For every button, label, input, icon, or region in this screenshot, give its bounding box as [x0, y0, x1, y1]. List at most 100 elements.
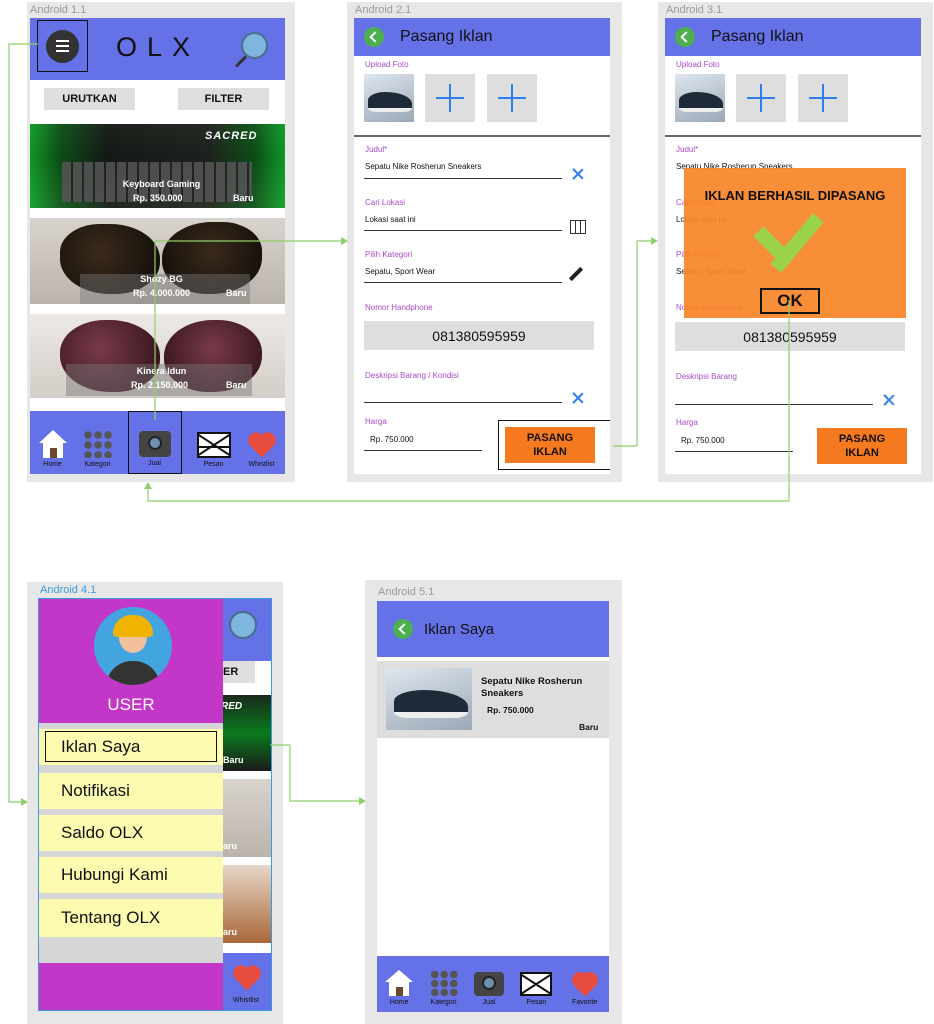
peek-badge: aru	[223, 927, 238, 937]
artboard-label: Android 4.1	[40, 584, 97, 596]
post-ad-success-screen: Pasang Iklan Upload Foto Judul* Sepatu N…	[665, 18, 921, 474]
nav-label: Kategori	[430, 999, 457, 1006]
artboard-label: Android 5.1	[378, 586, 435, 598]
field-underline	[675, 451, 793, 452]
phone-label: Nomor Handphone	[365, 303, 433, 312]
upload-label: Upload Foto	[676, 60, 720, 69]
heart-icon	[230, 962, 264, 991]
clear-icon[interactable]	[572, 392, 584, 404]
camera-icon	[473, 972, 504, 996]
judul-label: Judul*	[365, 145, 388, 154]
judul-field[interactable]: Sepatu Nike Rosherun Sneakers	[365, 162, 482, 171]
back-button[interactable]	[675, 27, 695, 47]
peek-brand-text: RED	[221, 701, 243, 712]
page-title: Pasang Iklan	[711, 28, 804, 45]
product-card[interactable]: Kinera Idun Rp. 2.150.000 Baru	[30, 314, 285, 398]
uploaded-photo-thumbnail[interactable]	[364, 74, 414, 122]
search-icon	[229, 611, 257, 639]
nav-label: Favorite	[572, 999, 598, 1006]
kategori-field[interactable]: Sepatu, Sport Wear	[365, 267, 435, 276]
my-ads-screen: Iklan Saya Sepatu Nike Rosherun Sneakers…	[377, 601, 609, 1012]
page-title: Pasang Iklan	[400, 28, 493, 45]
heart-icon	[568, 968, 602, 997]
nav-whistlist[interactable]: Whistlist	[244, 411, 279, 474]
submit-ad-button[interactable]: PASANG IKLAN	[817, 428, 907, 464]
drawer-screen: ER RED Baru aru aru Whistlist USER Iklan…	[38, 598, 272, 1011]
post-ad-topbar: Pasang Iklan	[354, 18, 610, 56]
nav-home[interactable]: Home	[385, 956, 414, 1012]
underlying-product-peek: aru	[219, 865, 271, 943]
success-dialog: IKLAN BERHASIL DIPASANG OK	[684, 168, 906, 318]
harga-label: Harga	[365, 417, 387, 426]
lokasi-label: Cari Lokasi	[365, 198, 406, 207]
section-divider	[354, 135, 610, 137]
harga-field[interactable]: Rp. 750.000	[681, 436, 725, 445]
nav-jual[interactable]: Jual	[127, 411, 182, 474]
product-price: Rp. 2.150.000	[131, 380, 189, 390]
shoe-image	[368, 92, 412, 112]
product-title: Kinera Idun	[136, 366, 187, 376]
nav-label: Whistlist	[233, 997, 260, 1004]
nav-kategori[interactable]: Kategori	[82, 411, 113, 474]
nav-label: Pesan	[203, 461, 224, 468]
arrow-head	[651, 237, 658, 245]
submit-ad-button[interactable]: PASANG IKLAN	[505, 427, 595, 463]
nav-kategori[interactable]: Kategori	[429, 956, 458, 1012]
add-photo-button[interactable]	[487, 74, 537, 122]
drawer-header: USER	[39, 599, 223, 723]
drawer-footer	[39, 963, 223, 1010]
ok-button[interactable]: OK	[760, 288, 820, 314]
drawer-item-hubungi[interactable]: Hubungi Kami	[39, 857, 223, 893]
nav-favorite[interactable]: Favorite	[568, 956, 602, 1012]
upload-label: Upload Foto	[365, 60, 409, 69]
heart-icon	[244, 429, 279, 458]
wireframe-canvas: Android 1.1 OLX URUTKAN FILTER SACRED Ke…	[0, 0, 934, 1024]
field-underline	[364, 450, 482, 451]
lokasi-field[interactable]: Lokasi saat ini	[365, 215, 416, 224]
product-card[interactable]: SACRED Keyboard Gaming Rp. 350.000 Baru	[30, 124, 285, 208]
description-label: Deskripsi Barang / Kondisi	[365, 371, 459, 380]
add-photo-button[interactable]	[798, 74, 848, 122]
add-photo-button[interactable]	[736, 74, 786, 122]
artboard-label: Android 1.1	[30, 4, 87, 16]
uploaded-photo-thumbnail[interactable]	[675, 74, 725, 122]
field-underline	[364, 402, 562, 403]
drawer-item-tentang[interactable]: Tentang OLX	[39, 899, 223, 937]
section-divider	[665, 135, 921, 137]
nav-label: Whistlist	[248, 461, 275, 468]
add-photo-button[interactable]	[425, 74, 475, 122]
pencil-icon[interactable]	[568, 266, 584, 282]
nav-label: Jual	[482, 999, 496, 1006]
harga-field[interactable]: Rp. 750.000	[370, 435, 414, 444]
product-card[interactable]: Shozy BG Rp. 4.000.000 Baru	[30, 218, 285, 304]
drawer-item-saldo[interactable]: Saldo OLX	[39, 815, 223, 851]
filter-button[interactable]: FILTER	[178, 88, 269, 110]
my-ad-card[interactable]: Sepatu Nike Rosherun Sneakers Rp. 750.00…	[377, 661, 609, 738]
product-brand-text: SACRED	[205, 130, 258, 142]
home-icon	[385, 970, 414, 996]
product-badge: Baru	[226, 380, 247, 390]
nav-pesan[interactable]: Pesan	[196, 411, 231, 474]
back-button[interactable]	[393, 619, 413, 639]
map-icon[interactable]	[570, 220, 586, 234]
clear-icon[interactable]	[572, 168, 584, 180]
underlying-filter-button: ER	[221, 661, 255, 683]
nav-home[interactable]: Home	[38, 411, 68, 474]
selected-item-outline	[45, 731, 217, 762]
search-icon[interactable]	[233, 30, 273, 70]
my-ads-topbar: Iklan Saya	[377, 601, 609, 657]
underlying-product-peek: RED Baru	[219, 695, 271, 771]
nav-jual[interactable]: Jual	[473, 956, 504, 1012]
drawer-item-notifikasi[interactable]: Notifikasi	[39, 773, 223, 809]
page-title: Iklan Saya	[424, 621, 495, 638]
nav-pesan[interactable]: Pesan	[520, 956, 553, 1012]
hamburger-menu-button[interactable]	[37, 20, 88, 72]
back-button[interactable]	[364, 27, 384, 47]
phone-field[interactable]: 081380595959	[364, 321, 594, 350]
judul-label: Judul*	[676, 145, 699, 154]
phone-field[interactable]: 081380595959	[675, 322, 905, 351]
nav-label: Home	[43, 461, 62, 468]
clear-icon[interactable]	[883, 394, 895, 406]
checkmark-icon	[753, 210, 834, 276]
sort-button[interactable]: URUTKAN	[44, 88, 135, 110]
